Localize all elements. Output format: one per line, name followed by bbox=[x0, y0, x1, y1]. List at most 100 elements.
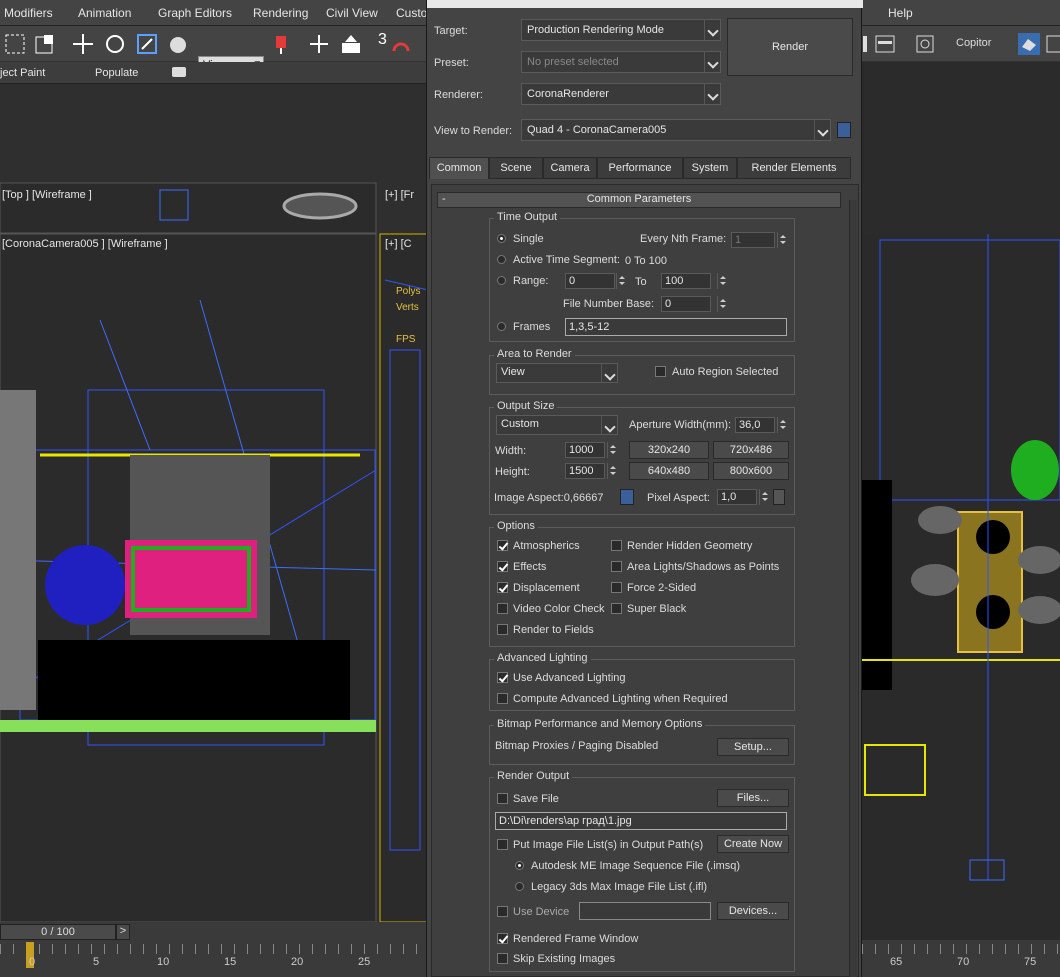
select-region-icon[interactable] bbox=[4, 33, 26, 55]
tab-performance[interactable]: Performance bbox=[597, 157, 683, 179]
lock-aspect-icon[interactable] bbox=[620, 489, 634, 505]
output-size-preset-dropdown[interactable]: Custom bbox=[496, 415, 618, 435]
camera-viewport-label[interactable]: [CoronaCamera005 ] [Wireframe ] bbox=[2, 238, 168, 250]
select-manipulate-icon[interactable] bbox=[308, 33, 330, 55]
menu-modifiers[interactable]: Modifiers bbox=[4, 6, 53, 20]
save-file-checkbox[interactable] bbox=[497, 793, 508, 804]
time-slider[interactable]: 0 / 100 bbox=[0, 924, 116, 940]
keyboard-shortcut-icon[interactable] bbox=[340, 33, 362, 55]
range-from-spinner[interactable]: 0 bbox=[565, 273, 615, 289]
tab-render-elements[interactable]: Render Elements bbox=[737, 157, 851, 179]
range-to-spinner[interactable]: 100 bbox=[661, 273, 711, 289]
preset-320x240-button[interactable]: 320x240 bbox=[629, 441, 709, 459]
track-bar-ticks[interactable] bbox=[0, 944, 430, 954]
spinner-arrows-icon[interactable] bbox=[759, 489, 769, 505]
frames-input[interactable]: 1,3,5-12 bbox=[565, 318, 787, 336]
ribbon-icon[interactable] bbox=[874, 33, 896, 55]
rotate-icon[interactable] bbox=[104, 33, 126, 55]
copitor-label[interactable]: Copitor bbox=[956, 37, 991, 49]
object-paint-tab[interactable]: ject Paint bbox=[0, 67, 45, 79]
target-dropdown[interactable]: Production Rendering Mode bbox=[521, 19, 721, 41]
menu-civil-view[interactable]: Civil View bbox=[326, 6, 378, 20]
preset-800x600-button[interactable]: 800x600 bbox=[713, 462, 789, 480]
area-to-render-dropdown[interactable]: View bbox=[496, 363, 618, 383]
active-segment-radio[interactable] bbox=[497, 255, 506, 264]
spinner-arrows-icon[interactable] bbox=[607, 442, 617, 458]
menu-graph-editors[interactable]: Graph Editors bbox=[158, 6, 232, 20]
device-field[interactable] bbox=[579, 902, 711, 920]
panel-scrollbar[interactable] bbox=[849, 200, 857, 977]
renderer-dropdown[interactable]: CoronaRenderer bbox=[521, 83, 721, 105]
spinner-arrows-icon[interactable] bbox=[777, 417, 787, 433]
window-crossing-icon[interactable] bbox=[34, 33, 56, 55]
mid-viewport-label[interactable]: [+] [C bbox=[385, 238, 412, 250]
placement-icon[interactable] bbox=[168, 33, 190, 55]
angle-snap-icon[interactable] bbox=[390, 33, 412, 55]
area-lights-checkbox[interactable] bbox=[611, 561, 622, 572]
files-button[interactable]: Files... bbox=[717, 789, 789, 807]
auto-region-checkbox[interactable] bbox=[655, 366, 666, 377]
lock-pixel-aspect-icon[interactable] bbox=[773, 489, 785, 505]
render-to-fields-checkbox[interactable] bbox=[497, 624, 508, 635]
force-2-sided-checkbox[interactable] bbox=[611, 582, 622, 593]
menu-rendering[interactable]: Rendering bbox=[253, 6, 308, 20]
autodesk-me-radio[interactable] bbox=[515, 861, 524, 870]
tab-system[interactable]: System bbox=[683, 157, 737, 179]
preset-720x486-button[interactable]: 720x486 bbox=[713, 441, 789, 459]
menu-animation[interactable]: Animation bbox=[78, 6, 131, 20]
video-color-check-checkbox[interactable] bbox=[497, 603, 508, 614]
use-advanced-lighting-checkbox[interactable] bbox=[497, 672, 508, 683]
menu-customize[interactable]: Custo bbox=[396, 6, 427, 20]
file-number-base-spinner[interactable]: 0 bbox=[661, 296, 711, 312]
skip-existing-checkbox[interactable] bbox=[497, 953, 508, 964]
scene-explorer-icon[interactable] bbox=[914, 33, 936, 55]
compute-advanced-lighting-checkbox[interactable] bbox=[497, 693, 508, 704]
move-icon[interactable] bbox=[72, 33, 94, 55]
bitmap-setup-button[interactable]: Setup... bbox=[717, 738, 789, 756]
spinner-arrows-icon[interactable] bbox=[607, 463, 617, 479]
common-parameters-rollout[interactable]: - Common Parameters bbox=[437, 192, 841, 208]
height-spinner[interactable]: 1500 bbox=[565, 463, 605, 479]
tab-scene[interactable]: Scene bbox=[489, 157, 543, 179]
menu-help[interactable]: Help bbox=[888, 6, 913, 20]
tab-camera[interactable]: Camera bbox=[543, 157, 597, 179]
every-nth-spinner[interactable]: 1 bbox=[731, 232, 775, 248]
snaps-toggle[interactable]: 3 bbox=[378, 31, 387, 49]
use-device-checkbox[interactable] bbox=[497, 906, 508, 917]
dropdown-icon[interactable] bbox=[172, 67, 186, 77]
spinner-arrows-icon[interactable] bbox=[777, 232, 787, 248]
front-viewport-label[interactable]: [+] [Fr bbox=[385, 189, 414, 201]
spinner-arrows-icon[interactable] bbox=[717, 273, 727, 289]
preset-dropdown[interactable]: No preset selected bbox=[521, 51, 721, 73]
render-button[interactable]: Render bbox=[727, 18, 853, 76]
effects-checkbox[interactable] bbox=[497, 561, 508, 572]
create-now-button[interactable]: Create Now bbox=[717, 835, 789, 853]
lock-view-icon[interactable] bbox=[837, 122, 851, 138]
displacement-checkbox[interactable] bbox=[497, 582, 508, 593]
pivot-icon[interactable] bbox=[270, 33, 292, 55]
atmospherics-checkbox[interactable] bbox=[497, 540, 508, 551]
spinner-arrows-icon[interactable] bbox=[717, 296, 727, 312]
pixel-aspect-spinner[interactable]: 1,0 bbox=[717, 489, 757, 505]
devices-button[interactable]: Devices... bbox=[717, 902, 789, 920]
frames-radio[interactable] bbox=[497, 322, 506, 331]
render-hidden-geometry-checkbox[interactable] bbox=[611, 540, 622, 551]
tab-common[interactable]: Common bbox=[429, 157, 489, 179]
track-bar-ticks-right[interactable] bbox=[862, 944, 1060, 954]
view-to-render-dropdown[interactable]: Quad 4 - CoronaCamera005 bbox=[521, 119, 831, 141]
populate-tab[interactable]: Populate bbox=[95, 67, 138, 79]
super-black-checkbox[interactable] bbox=[611, 603, 622, 614]
preset-640x480-button[interactable]: 640x480 bbox=[629, 462, 709, 480]
next-frame-button[interactable]: > bbox=[116, 924, 130, 940]
spinner-arrows-icon[interactable] bbox=[616, 273, 626, 289]
single-radio[interactable] bbox=[497, 234, 506, 243]
output-path-field[interactable]: D:\Di\renders\ар град\1.jpg bbox=[495, 812, 787, 830]
rendered-frame-window-checkbox[interactable] bbox=[497, 933, 508, 944]
width-spinner[interactable]: 1000 bbox=[565, 442, 605, 458]
scale-icon[interactable] bbox=[136, 33, 158, 55]
aperture-width-spinner[interactable]: 36,0 bbox=[735, 417, 775, 433]
range-radio[interactable] bbox=[497, 276, 506, 285]
render-setup-icon[interactable] bbox=[1018, 33, 1040, 55]
legacy-ifl-radio[interactable] bbox=[515, 882, 524, 891]
rendered-frame-icon[interactable] bbox=[1044, 33, 1060, 55]
